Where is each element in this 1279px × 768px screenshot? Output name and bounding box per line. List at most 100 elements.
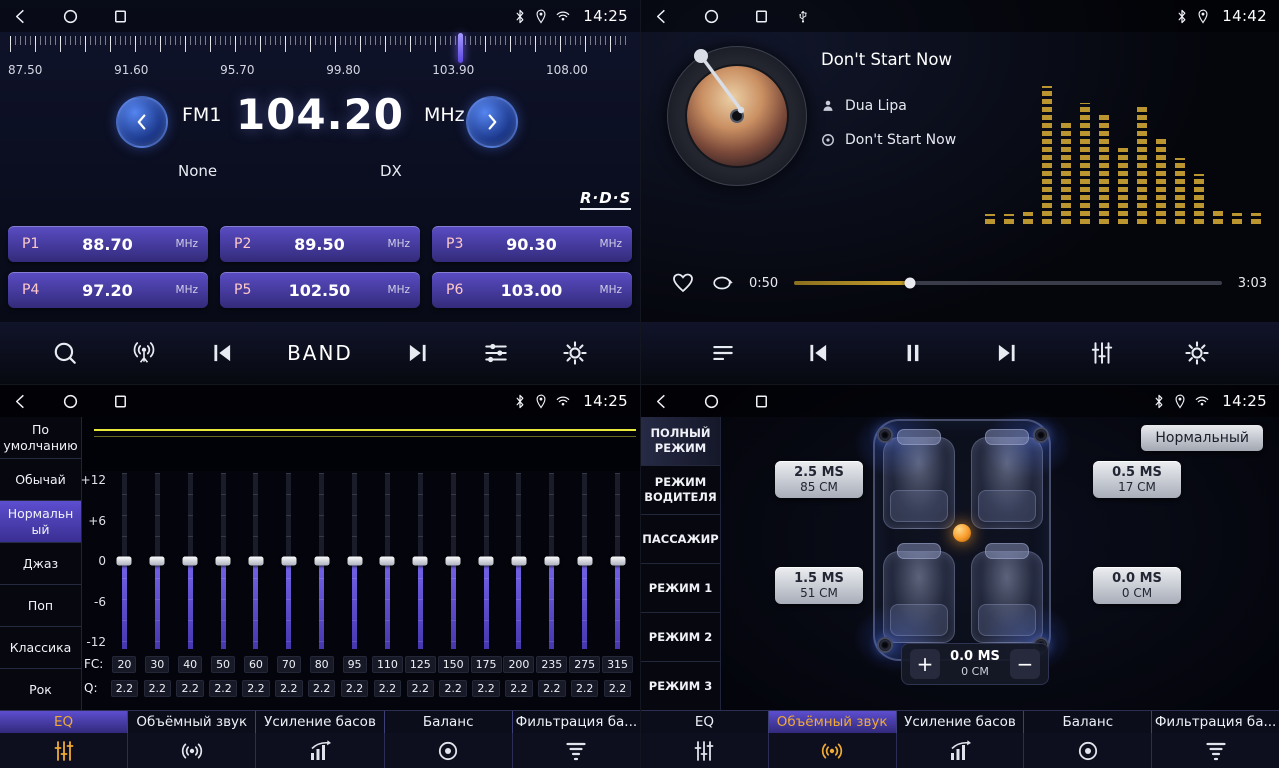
tab-eq[interactable]: EQ bbox=[641, 711, 769, 733]
back-icon[interactable] bbox=[653, 8, 670, 25]
bass-boost-icon[interactable] bbox=[256, 733, 384, 768]
slider-knob[interactable] bbox=[183, 557, 198, 566]
eq-band-slider[interactable] bbox=[601, 473, 634, 649]
tab-surround[interactable]: Объёмный звук bbox=[769, 711, 897, 733]
listening-mode-item[interactable]: ПОЛНЫЙ РЕЖИМ bbox=[641, 417, 720, 466]
radio-preset-button[interactable]: P1 88.70 MHz bbox=[8, 226, 208, 262]
gear-icon[interactable] bbox=[562, 340, 588, 366]
eq-band-slider[interactable] bbox=[535, 473, 568, 649]
tab-bass-boost[interactable]: Усиление басов bbox=[256, 711, 384, 733]
surround-icon[interactable] bbox=[128, 733, 256, 768]
eq-preset-item[interactable]: Джаз bbox=[0, 543, 81, 585]
scan-icon[interactable] bbox=[52, 340, 78, 366]
eq-band-slider[interactable] bbox=[141, 473, 174, 649]
slider-knob[interactable] bbox=[577, 557, 592, 566]
next-icon[interactable] bbox=[405, 340, 431, 366]
mixer-icon[interactable] bbox=[1089, 340, 1115, 366]
tab-balance[interactable]: Баланс bbox=[1024, 711, 1152, 733]
home-icon[interactable] bbox=[703, 8, 720, 25]
slider-track[interactable] bbox=[319, 473, 324, 649]
eq-band-slider[interactable] bbox=[437, 473, 470, 649]
eq-sliders-icon[interactable] bbox=[641, 733, 769, 768]
recents-icon[interactable] bbox=[112, 8, 129, 25]
seek-bar[interactable] bbox=[794, 281, 1222, 285]
slider-track[interactable] bbox=[582, 473, 587, 649]
back-icon[interactable] bbox=[12, 8, 29, 25]
slider-knob[interactable] bbox=[117, 557, 132, 566]
eq-preset-item[interactable]: Классика bbox=[0, 627, 81, 669]
back-icon[interactable] bbox=[12, 393, 29, 410]
slider-knob[interactable] bbox=[216, 557, 231, 566]
delay-rear-left-button[interactable]: 1.5 MS 51 CM bbox=[775, 567, 863, 604]
home-icon[interactable] bbox=[703, 393, 720, 410]
next-icon[interactable] bbox=[994, 340, 1020, 366]
broadcast-icon[interactable] bbox=[131, 340, 157, 366]
listening-mode-item[interactable]: РЕЖИМ 3 bbox=[641, 662, 720, 711]
slider-knob[interactable] bbox=[150, 557, 165, 566]
home-icon[interactable] bbox=[62, 393, 79, 410]
tune-down-button[interactable] bbox=[116, 96, 168, 148]
slider-knob[interactable] bbox=[446, 557, 461, 566]
eq-band-slider[interactable] bbox=[568, 473, 601, 649]
album-art[interactable] bbox=[667, 46, 807, 186]
slider-track[interactable] bbox=[516, 473, 521, 649]
eq-preset-item[interactable]: Нормальный bbox=[0, 501, 81, 543]
slider-knob[interactable] bbox=[511, 557, 526, 566]
previous-icon[interactable] bbox=[209, 340, 235, 366]
eq-sliders-icon[interactable] bbox=[0, 733, 128, 768]
slider-track[interactable] bbox=[286, 473, 291, 649]
pause-icon[interactable] bbox=[900, 340, 926, 366]
slider-track[interactable] bbox=[155, 473, 160, 649]
decrease-button[interactable]: − bbox=[1010, 649, 1040, 679]
playlist-icon[interactable] bbox=[710, 340, 736, 366]
filter-icon[interactable] bbox=[1152, 733, 1279, 768]
frequency-ruler[interactable] bbox=[10, 36, 630, 60]
tab-balance[interactable]: Баланс bbox=[385, 711, 513, 733]
gear-icon[interactable] bbox=[1184, 340, 1210, 366]
radio-preset-button[interactable]: P5 102.50 MHz bbox=[220, 272, 420, 308]
eq-band-slider[interactable] bbox=[207, 473, 240, 649]
slider-knob[interactable] bbox=[610, 557, 625, 566]
slider-track[interactable] bbox=[615, 473, 620, 649]
eq-band-slider[interactable] bbox=[404, 473, 437, 649]
tab-filter[interactable]: Фильтрация ба... bbox=[513, 711, 640, 733]
listening-mode-item[interactable]: РЕЖИМ 1 bbox=[641, 564, 720, 613]
listening-mode-item[interactable]: РЕЖИМ 2 bbox=[641, 613, 720, 662]
slider-track[interactable] bbox=[253, 473, 258, 649]
slider-track[interactable] bbox=[188, 473, 193, 649]
slider-track[interactable] bbox=[352, 473, 357, 649]
recents-icon[interactable] bbox=[112, 393, 129, 410]
delay-front-right-button[interactable]: 0.5 MS 17 CM bbox=[1093, 461, 1181, 498]
home-icon[interactable] bbox=[62, 8, 79, 25]
delay-rear-right-button[interactable]: 0.0 MS 0 CM bbox=[1093, 567, 1181, 604]
slider-knob[interactable] bbox=[248, 557, 263, 566]
back-icon[interactable] bbox=[653, 393, 670, 410]
eq-band-slider[interactable] bbox=[338, 473, 371, 649]
slider-track[interactable] bbox=[418, 473, 423, 649]
listening-mode-item[interactable]: ПАССАЖИР bbox=[641, 515, 720, 564]
slider-track[interactable] bbox=[484, 473, 489, 649]
slider-knob[interactable] bbox=[347, 557, 362, 566]
eq-band-slider[interactable] bbox=[503, 473, 536, 649]
slider-track[interactable] bbox=[549, 473, 554, 649]
eq-preset-item[interactable]: Обычай bbox=[0, 459, 81, 501]
tab-eq[interactable]: EQ bbox=[0, 711, 128, 733]
band-switch-button[interactable]: BAND bbox=[287, 341, 353, 365]
bass-boost-icon[interactable] bbox=[897, 733, 1025, 768]
balance-icon[interactable] bbox=[385, 733, 513, 768]
tab-surround[interactable]: Объёмный звук bbox=[128, 711, 256, 733]
slider-knob[interactable] bbox=[314, 557, 329, 566]
tab-filter[interactable]: Фильтрация ба... bbox=[1152, 711, 1279, 733]
eq-preset-item[interactable]: По умолчанию bbox=[0, 417, 81, 459]
slider-track[interactable] bbox=[385, 473, 390, 649]
filter-icon[interactable] bbox=[513, 733, 640, 768]
eq-band-slider[interactable] bbox=[174, 473, 207, 649]
favorite-icon[interactable] bbox=[671, 271, 695, 295]
sound-profile-button[interactable]: Нормальный bbox=[1141, 425, 1263, 451]
eq-band-slider[interactable] bbox=[240, 473, 273, 649]
slider-knob[interactable] bbox=[544, 557, 559, 566]
recents-icon[interactable] bbox=[753, 393, 770, 410]
slider-knob[interactable] bbox=[479, 557, 494, 566]
radio-preset-button[interactable]: P2 89.50 MHz bbox=[220, 226, 420, 262]
balance-icon[interactable] bbox=[1024, 733, 1152, 768]
